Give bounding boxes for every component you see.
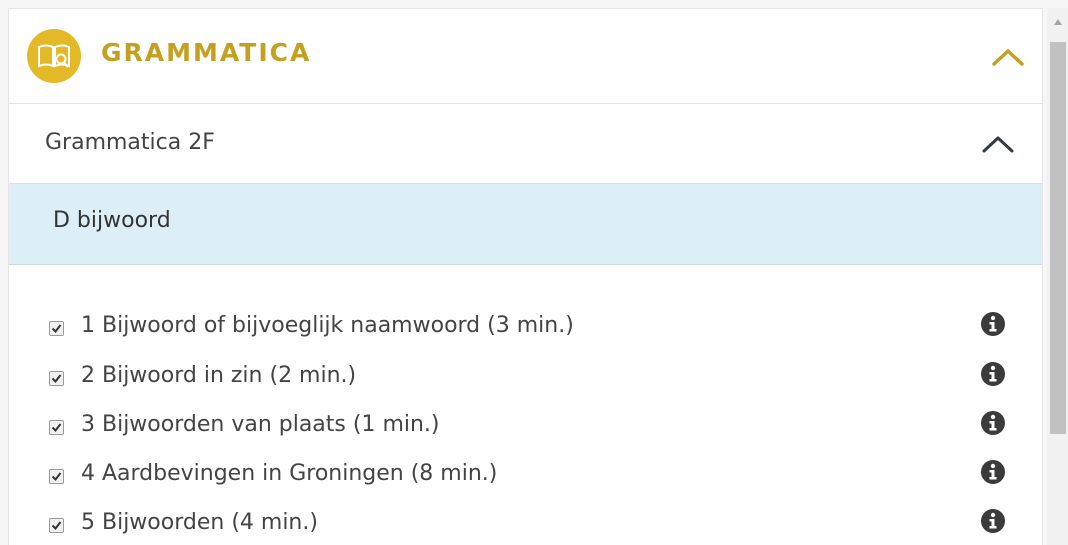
book-icon bbox=[38, 44, 70, 68]
lesson-label[interactable]: 4 Aardbevingen in Groningen (8 min.) bbox=[81, 461, 497, 486]
page: GRAMMATICA Grammatica 2F D bijwoord 1 Bi… bbox=[0, 0, 1068, 545]
checkmark-icon bbox=[51, 423, 62, 433]
arrow-up-icon bbox=[1053, 19, 1062, 25]
section-badge bbox=[27, 29, 81, 83]
subsection-title: Grammatica 2F bbox=[45, 130, 215, 155]
grammar-panel: GRAMMATICA Grammatica 2F D bijwoord 1 Bi… bbox=[8, 8, 1043, 545]
info-icon[interactable] bbox=[979, 458, 1007, 486]
lesson-checkbox[interactable] bbox=[49, 420, 64, 435]
scroll-up-button[interactable] bbox=[1047, 8, 1068, 36]
section-title: GRAMMATICA bbox=[101, 38, 312, 67]
vertical-scrollbar[interactable] bbox=[1047, 8, 1068, 545]
checkmark-icon bbox=[51, 521, 62, 531]
lesson-label[interactable]: 3 Bijwoorden van plaats (1 min.) bbox=[81, 412, 440, 437]
lesson-checkbox[interactable] bbox=[49, 321, 64, 336]
checkmark-icon bbox=[51, 374, 62, 384]
lesson-label[interactable]: 1 Bijwoord of bijvoeglijk naamwoord (3 m… bbox=[81, 313, 574, 338]
lesson-checkbox[interactable] bbox=[49, 518, 64, 533]
info-icon[interactable] bbox=[979, 409, 1007, 437]
section-header[interactable]: GRAMMATICA bbox=[9, 9, 1042, 104]
checkmark-icon bbox=[51, 324, 62, 334]
info-icon[interactable] bbox=[979, 507, 1007, 535]
subsection-header[interactable]: Grammatica 2F bbox=[9, 104, 1042, 184]
checkmark-icon bbox=[51, 472, 62, 482]
chevron-up-icon bbox=[982, 136, 1014, 153]
list-item: 5 Bijwoorden (4 min.) bbox=[9, 509, 1042, 545]
list-item: 1 Bijwoord of bijvoeglijk naamwoord (3 m… bbox=[9, 312, 1042, 369]
section-collapse-button[interactable] bbox=[988, 39, 1028, 75]
info-icon[interactable] bbox=[979, 360, 1007, 388]
lesson-checkbox[interactable] bbox=[49, 469, 64, 484]
lesson-label[interactable]: 5 Bijwoorden (4 min.) bbox=[81, 510, 318, 535]
scroll-thumb[interactable] bbox=[1050, 42, 1066, 434]
lesson-checkbox[interactable] bbox=[49, 371, 64, 386]
info-icon[interactable] bbox=[979, 310, 1007, 338]
topic-label: D bijwoord bbox=[53, 208, 171, 233]
lesson-label[interactable]: 2 Bijwoord in zin (2 min.) bbox=[81, 363, 356, 388]
topic-row[interactable]: D bijwoord bbox=[9, 184, 1042, 265]
chevron-up-icon bbox=[992, 49, 1024, 66]
subsection-collapse-button[interactable] bbox=[978, 126, 1018, 162]
